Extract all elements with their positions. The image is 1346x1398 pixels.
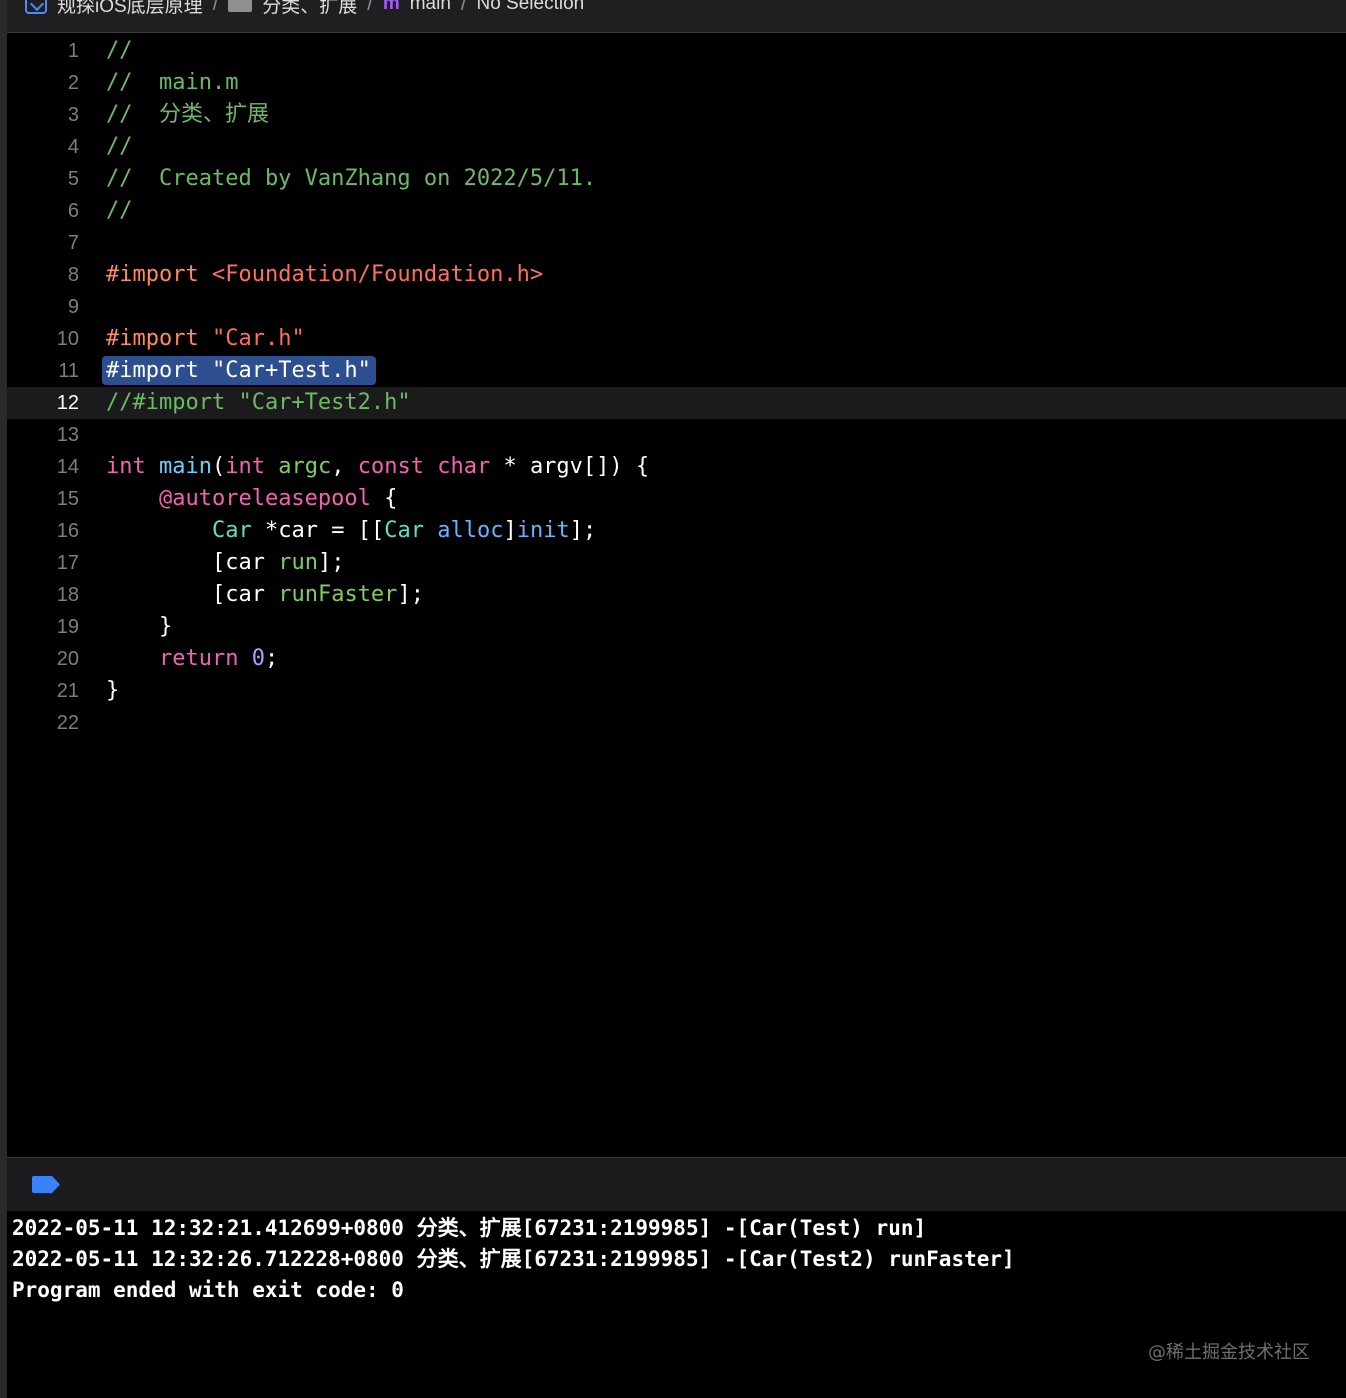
- line-number[interactable]: 9: [7, 291, 79, 323]
- breadcrumb-separator: /: [367, 0, 373, 15]
- breadcrumb-file[interactable]: m main: [383, 0, 451, 15]
- code-line[interactable]: 16 Car *car = [[Car alloc]init];: [7, 515, 1346, 547]
- line-number[interactable]: 16: [7, 515, 79, 547]
- code-line[interactable]: 6 //: [7, 195, 1346, 227]
- breadcrumb-project-label: 规探iOS底层原理: [57, 0, 203, 17]
- source-editor[interactable]: 1 // 2 // main.m 3 // 分类、扩展 4 // 5 // Created by …: [7, 33, 1346, 1155]
- line-number[interactable]: 5: [7, 163, 79, 195]
- code-text: // 分类、扩展: [106, 102, 269, 127]
- code-line[interactable]: 12 //#import "Car+Test2.h": [7, 387, 1346, 419]
- code-text: #import "Car.h": [106, 326, 305, 351]
- line-number[interactable]: 21: [7, 675, 79, 707]
- code-text: [car runFaster];: [211, 582, 424, 607]
- code-line[interactable]: 7: [7, 227, 1346, 259]
- breadcrumb-project[interactable]: 规探iOS底层原理: [25, 0, 203, 18]
- code-text: Car *car = [[Car alloc]init];: [211, 518, 597, 543]
- code-line[interactable]: 10 #import "Car.h": [7, 323, 1346, 355]
- code-line[interactable]: 18 [car runFaster];: [7, 579, 1346, 611]
- code-line[interactable]: 14 int main(int argc, const char * argv[]…: [7, 451, 1346, 483]
- code-line[interactable]: 2 // main.m: [7, 67, 1346, 99]
- breadcrumb-separator: /: [460, 0, 467, 15]
- breadcrumb-selection[interactable]: No Selection: [476, 0, 584, 15]
- line-number[interactable]: 18: [7, 579, 79, 611]
- code-text: //: [106, 198, 133, 223]
- code-line[interactable]: 21}: [7, 675, 1346, 707]
- left-panel-edge: [0, 0, 7, 1398]
- console-line: 2022-05-11 12:32:21.412699+0800 分类、扩展[67…: [12, 1216, 927, 1240]
- code-line[interactable]: 8 #import <Foundation/Foundation.h>: [7, 259, 1346, 291]
- code-text: //: [106, 134, 133, 159]
- jump-bar: 规探iOS底层原理 / 分类、扩展 / m main / No Selectio…: [7, 0, 1346, 33]
- code-line[interactable]: 20 return 0;: [7, 643, 1346, 675]
- line-number[interactable]: 19: [7, 611, 79, 643]
- code-line[interactable]: 19 }: [7, 611, 1346, 643]
- code-line[interactable]: 13: [7, 419, 1346, 451]
- line-number[interactable]: 7: [7, 227, 79, 259]
- code-line[interactable]: 5 // Created by VanZhang on 2022/5/11.: [7, 163, 1346, 195]
- console-line: 2022-05-11 12:32:26.712228+0800 分类、扩展[67…: [12, 1247, 1015, 1271]
- line-number[interactable]: 13: [7, 419, 79, 451]
- line-number[interactable]: 4: [7, 131, 79, 163]
- console-line: Program ended with exit code: 0: [12, 1278, 404, 1302]
- code-text: //#import "Car+Test2.h": [106, 390, 411, 415]
- code-text: return 0;: [158, 646, 279, 671]
- line-number[interactable]: 6: [7, 195, 79, 227]
- code-line[interactable]: 3 // 分类、扩展: [7, 99, 1346, 131]
- code-text: int main(int argc, const char * argv[]) …: [106, 454, 650, 479]
- breadcrumb-separator: /: [212, 0, 219, 15]
- watermark: @稀土掘金技术社区: [1148, 1342, 1310, 1363]
- text-selection: #import "Car+Test.h": [102, 356, 376, 385]
- code-text: }: [106, 678, 120, 703]
- code-text: // main.m: [106, 70, 239, 95]
- objc-m-file-icon: m: [382, 0, 400, 14]
- line-number[interactable]: 11: [7, 355, 79, 387]
- line-number[interactable]: 1: [7, 35, 79, 67]
- line-number[interactable]: 8: [7, 259, 79, 291]
- code-line[interactable]: 4 //: [7, 131, 1346, 163]
- debug-bar: [7, 1157, 1346, 1211]
- breadcrumb-folder[interactable]: 分类、扩展: [228, 0, 357, 18]
- line-number[interactable]: 17: [7, 547, 79, 579]
- code-text: // Created by VanZhang on 2022/5/11.: [106, 166, 597, 191]
- code-line[interactable]: 1 //: [7, 35, 1346, 67]
- xcode-project-icon: [25, 0, 47, 14]
- code-line[interactable]: 17 [car run];: [7, 547, 1346, 579]
- breadcrumb-selection-label: No Selection: [476, 0, 585, 14]
- breadcrumb-folder-label: 分类、扩展: [262, 0, 358, 17]
- code-line[interactable]: 9: [7, 291, 1346, 323]
- line-number[interactable]: 3: [7, 99, 79, 131]
- code-text: #import "Car+Test.h": [102, 355, 376, 387]
- code-text: [car run];: [211, 550, 345, 575]
- line-number[interactable]: 20: [7, 643, 79, 675]
- line-number[interactable]: 22: [7, 707, 79, 739]
- breadcrumb: 规探iOS底层原理 / 分类、扩展 / m main / No Selectio…: [25, 0, 584, 17]
- code-text: #import <Foundation/Foundation.h>: [106, 262, 544, 287]
- code-line[interactable]: 15 @autoreleasepool {: [7, 483, 1346, 515]
- breadcrumb-file-label: main: [409, 0, 451, 14]
- breakpoint-toggle-icon[interactable]: [31, 1175, 61, 1194]
- line-number[interactable]: 14: [7, 451, 79, 483]
- code-line[interactable]: 22: [7, 707, 1346, 739]
- folder-icon: [228, 0, 253, 12]
- line-number[interactable]: 12: [7, 387, 79, 419]
- line-number[interactable]: 10: [7, 323, 79, 355]
- debug-console[interactable]: 2022-05-11 12:32:21.412699+0800 分类、扩展[67…: [7, 1211, 1346, 1398]
- code-line[interactable]: 11 #import "Car+Test.h": [7, 355, 1346, 387]
- code-text: }: [158, 614, 173, 639]
- code-text: @autoreleasepool {: [158, 486, 398, 511]
- line-number[interactable]: 15: [7, 483, 79, 515]
- xcode-window: 规探iOS底层原理 / 分类、扩展 / m main / No Selectio…: [0, 0, 1346, 1398]
- code-text: //: [106, 38, 133, 63]
- line-number[interactable]: 2: [7, 67, 79, 99]
